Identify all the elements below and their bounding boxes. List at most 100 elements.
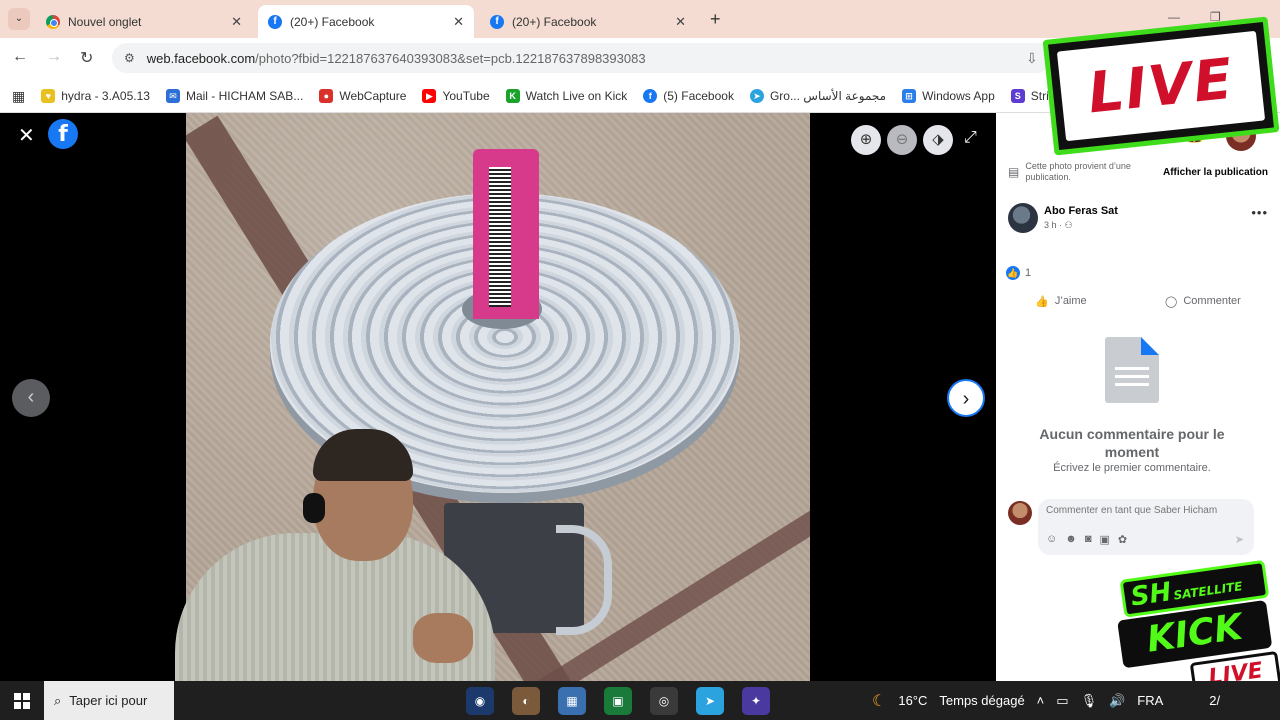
comment-button[interactable]: ◯ Commenter xyxy=(1165,295,1241,308)
camera-icon[interactable]: ◙ xyxy=(1085,533,1092,546)
weather-desc[interactable]: Temps dégagé xyxy=(939,693,1024,708)
comment-label: Commenter xyxy=(1183,295,1241,307)
zoom-out-icon[interactable]: ⊖ xyxy=(887,125,917,155)
taskbar-search-placeholder: Taper ici pour xyxy=(69,693,148,708)
tab-new-tab[interactable]: Nouvel onglet ✕ xyxy=(36,5,252,38)
start-button[interactable] xyxy=(0,681,44,720)
clock[interactable]: 2/ xyxy=(1209,693,1220,708)
previous-photo-button[interactable]: ‹ xyxy=(12,379,50,417)
apps-grid-icon[interactable]: ▦ xyxy=(12,88,25,105)
site-info-icon[interactable]: ⚙ xyxy=(124,51,135,65)
comment-input[interactable] xyxy=(1046,505,1246,516)
webcam-hair xyxy=(313,429,413,481)
live-badge-text: LIVE xyxy=(1084,46,1238,126)
bookmark-label: (5) Facebook xyxy=(663,89,734,103)
close-viewer-icon[interactable]: ✕ xyxy=(18,123,35,148)
send-icon[interactable]: ➤ xyxy=(1235,533,1244,546)
author-name[interactable]: Abo Feras Sat xyxy=(1044,205,1118,217)
telegram-taskbar-icon[interactable]: ➤ xyxy=(696,686,724,715)
url-text: web.facebook.com/photo?fbid=122187637640… xyxy=(146,50,646,66)
tag-icon[interactable]: ⬗ xyxy=(923,125,953,155)
kick-icon: K xyxy=(505,89,520,103)
reactions-count: 1 xyxy=(1025,267,1032,279)
microphone-icon[interactable]: 🎙 xyxy=(1081,693,1098,709)
url-bar[interactable]: ⚙ web.facebook.com/photo?fbid=1221876376… xyxy=(112,43,1052,73)
bookmark-kick[interactable]: K Watch Live on Kick xyxy=(505,89,627,103)
chrome-taskbar-icon[interactable]: ◎ xyxy=(650,686,678,715)
facebook-logo-icon[interactable]: f xyxy=(48,119,78,149)
tray-expand-icon[interactable]: ˄ xyxy=(1037,693,1045,708)
tab-search-menu-button[interactable]: ⌄ xyxy=(8,8,30,30)
close-tab-icon[interactable]: ✕ xyxy=(231,14,242,30)
lnb-bracket xyxy=(556,525,612,635)
webcapture-icon: ● xyxy=(319,89,334,103)
volume-icon[interactable]: 🔊 xyxy=(1109,693,1125,709)
back-icon[interactable]: ← xyxy=(12,48,28,66)
tab-facebook[interactable]: f (20+) Facebook ✕ xyxy=(480,5,696,38)
next-photo-button[interactable]: › xyxy=(947,379,985,417)
bookmark-label: YouTube xyxy=(442,89,490,103)
youtube-icon: ▶ xyxy=(422,89,437,103)
bookmark-youtube[interactable]: ▶ YouTube xyxy=(422,89,490,103)
mail-icon: ✉ xyxy=(165,89,180,103)
close-tab-icon[interactable]: ✕ xyxy=(453,14,464,30)
bookmark-webcapture[interactable]: ● WebCapture xyxy=(319,89,406,103)
bookmark-label: Mail - HICHAM SAB... xyxy=(185,89,304,103)
commenter-avatar xyxy=(1008,501,1032,525)
windows-icon: ⊞ xyxy=(902,89,917,103)
empty-comments-subtitle: Écrivez le premier commentaire. xyxy=(1053,462,1211,474)
calculator-icon[interactable]: ▦ xyxy=(558,686,586,715)
webcam-hands xyxy=(413,613,473,663)
more-options-icon[interactable]: ••• xyxy=(1251,205,1268,220)
chrome-icon xyxy=(46,14,60,29)
windows-logo-icon xyxy=(14,692,30,709)
language-indicator[interactable]: FRA xyxy=(1137,693,1163,708)
comment-bubble-icon: ◯ xyxy=(1165,295,1178,308)
view-post-link[interactable]: Afficher la publication xyxy=(1163,167,1268,178)
photo-source-note: ▤ Cette photo provient d’une publication… xyxy=(1008,161,1280,183)
weather-temp[interactable]: 16°C xyxy=(898,693,927,708)
new-tab-button[interactable]: + xyxy=(710,9,721,30)
emoji-icon[interactable]: ☻ xyxy=(1065,533,1077,546)
bookmark-telegram-group[interactable]: ➤ Gro... مجموعة الأساس xyxy=(749,89,886,103)
barcode-sticker xyxy=(473,149,539,319)
empty-comments-title: Aucun commentaire pour le moment xyxy=(1039,426,1225,460)
close-tab-icon[interactable]: ✕ xyxy=(675,14,686,30)
network-app-icon[interactable]: ✦ xyxy=(742,686,770,715)
reload-icon[interactable]: ↻ xyxy=(80,48,93,68)
post-time: 3 h · ⚇ xyxy=(1044,220,1073,230)
tab-facebook-active[interactable]: f (20+) Facebook ✕ xyxy=(258,5,474,38)
like-button[interactable]: 👍 J’aime xyxy=(1035,295,1087,308)
zoom-in-icon[interactable]: ⊕ xyxy=(851,125,881,155)
webcam-app-icon[interactable]: ◐ xyxy=(512,686,540,715)
comment-composer[interactable]: ☺ ☻ ◙ ▣ ✿ ➤ xyxy=(1038,499,1254,555)
tab-title: (20+) Facebook xyxy=(512,14,597,29)
bookmark-hydra[interactable]: ♥ hydra - 3.A05.13 xyxy=(41,89,150,103)
avatar-sticker-icon[interactable]: ☺ xyxy=(1046,533,1057,546)
windows-taskbar: ⌕ Taper ici pour ◉ ◐ ▦ ▣ ◎ ➤ ✦ ☾ 16°C Te… xyxy=(0,681,1280,720)
bookmark-label: WebCapture xyxy=(339,89,407,103)
facebook-icon: f xyxy=(643,89,658,103)
post-header: Abo Feras Sat 3 h · ⚇ ••• xyxy=(1008,203,1268,237)
globe-app-icon[interactable]: ◉ xyxy=(466,686,494,715)
weather-moon-icon[interactable]: ☾ xyxy=(872,691,886,711)
bookmark-mail[interactable]: ✉ Mail - HICHAM SAB... xyxy=(165,89,304,103)
author-avatar[interactable] xyxy=(1008,203,1038,233)
taskbar-search[interactable]: ⌕ Taper ici pour xyxy=(44,681,174,720)
hydra-icon: ♥ xyxy=(41,89,56,103)
forward-icon[interactable]: → xyxy=(46,48,62,66)
live-badge: LIVE xyxy=(1042,16,1280,156)
reactions-summary[interactable]: 👍 1 xyxy=(1006,266,1031,280)
search-icon: ⌕ xyxy=(54,692,62,708)
bookmark-facebook[interactable]: f (5) Facebook xyxy=(643,89,734,103)
fullscreen-icon[interactable]: ⤢ xyxy=(964,129,977,147)
store-app-icon[interactable]: ▣ xyxy=(604,686,632,715)
telegram-icon: ➤ xyxy=(749,89,764,103)
network-icon[interactable]: ▭ xyxy=(1056,693,1068,709)
install-app-icon[interactable]: ⇩ xyxy=(1026,50,1038,67)
gif-icon[interactable]: ▣ xyxy=(1099,533,1109,546)
minimize-icon[interactable]: — xyxy=(1168,10,1180,24)
sticker-icon[interactable]: ✿ xyxy=(1118,533,1127,546)
webcam-overlay xyxy=(175,423,495,681)
bookmark-windows-app[interactable]: ⊞ Windows App xyxy=(902,89,995,103)
